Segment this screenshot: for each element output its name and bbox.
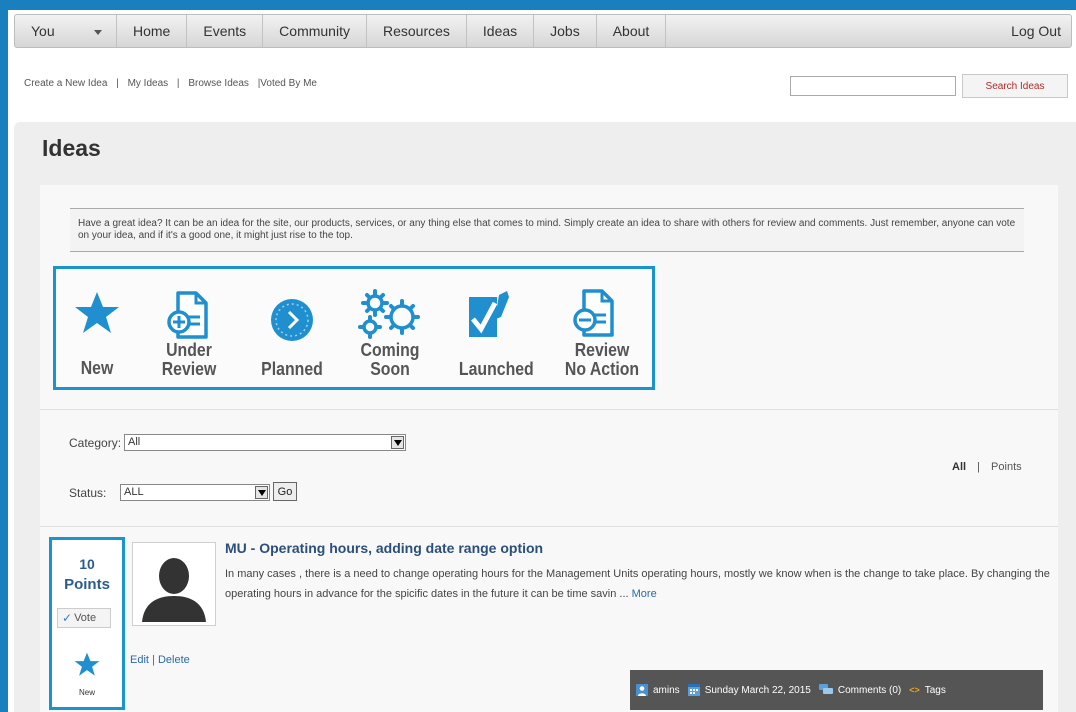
calendar-icon xyxy=(687,684,700,696)
comments-link[interactable]: Comments (0) xyxy=(838,685,901,696)
status-select[interactable]: ALL xyxy=(120,484,270,501)
nav-item-label: Resources xyxy=(382,23,450,39)
top-strip xyxy=(8,0,1076,10)
subnav-separator: | xyxy=(176,78,180,89)
page-title: Ideas xyxy=(42,135,101,161)
points-value: 10 xyxy=(79,556,95,572)
star-icon xyxy=(74,652,100,676)
idea-meta-bar: amins Sunday March 22, 2015 Comments (0)… xyxy=(630,670,1043,710)
document-add-icon xyxy=(167,291,208,339)
tag-icon: <> xyxy=(909,685,920,695)
nav-item-jobs[interactable]: Jobs xyxy=(534,15,597,47)
document-remove-icon xyxy=(573,289,614,337)
author-info: amins xyxy=(636,684,680,696)
nav-item-resources[interactable]: Resources xyxy=(367,15,467,47)
voted-by-me-link[interactable]: |Voted By Me xyxy=(258,78,317,89)
idea-description: In many cases , there is a need to chang… xyxy=(225,564,1055,604)
checkmark-document-icon xyxy=(469,291,509,337)
nav-item-label: You xyxy=(31,23,55,39)
status-under-review-label-line1: Under xyxy=(166,340,212,360)
date-info: Sunday March 22, 2015 xyxy=(687,684,811,696)
vote-panel: 10 Points ✓ Vote New xyxy=(49,537,125,710)
idea-title-link[interactable]: MU - Operating hours, adding date range … xyxy=(225,540,543,556)
nav-item-label: About xyxy=(612,23,650,39)
status-new-label: New xyxy=(80,358,114,378)
vote-button[interactable]: ✓ Vote xyxy=(57,608,111,628)
vote-label: Vote xyxy=(74,612,97,624)
create-idea-link[interactable]: Create a New Idea xyxy=(24,78,107,89)
edit-delete-links: Edit | Delete xyxy=(130,654,190,666)
comments-info: Comments (0) xyxy=(818,684,901,696)
nav-item-label: Ideas xyxy=(482,23,518,39)
page: You Home Events Community Resources Idea… xyxy=(8,0,1076,712)
more-link[interactable]: More xyxy=(632,588,657,600)
nav-item-events[interactable]: Events xyxy=(187,15,264,47)
edit-separator: | xyxy=(152,654,155,666)
ideas-subnav: Create a New Idea | My Ideas | Browse Id… xyxy=(24,78,317,89)
gears-icon xyxy=(358,289,420,339)
main-nav: You Home Events Community Resources Idea… xyxy=(14,14,1072,48)
my-ideas-link[interactable]: My Ideas xyxy=(128,78,169,89)
post-date: Sunday March 22, 2015 xyxy=(704,684,811,696)
status-coming-soon-label-line2: Soon xyxy=(370,359,410,379)
status-launched-label: Launched xyxy=(458,359,534,379)
section-divider xyxy=(40,526,1058,527)
status-planned-label: Planned xyxy=(261,359,323,379)
clock-icon xyxy=(271,299,313,341)
comments-icon xyxy=(818,684,833,694)
user-silhouette-icon xyxy=(136,546,212,622)
nav-item-you[interactable]: You xyxy=(15,15,117,47)
sort-separator: | xyxy=(977,461,980,473)
star-icon xyxy=(75,292,119,333)
nav-item-home[interactable]: Home xyxy=(117,15,188,47)
status-review-no-action-label-line2: No Action xyxy=(564,359,640,379)
nav-item-about[interactable]: About xyxy=(597,15,667,47)
nav-item-ideas[interactable]: Ideas xyxy=(467,15,535,47)
sort-points-link[interactable]: Points xyxy=(991,461,1022,473)
chevron-down-icon xyxy=(94,30,102,35)
checkmark-icon: ✓ xyxy=(62,611,73,625)
subnav-separator: | xyxy=(116,78,119,89)
section-divider xyxy=(40,409,1058,410)
category-select-value: All xyxy=(128,436,141,448)
points-label: Points xyxy=(64,576,110,593)
nav-item-label: Jobs xyxy=(550,23,580,39)
chevron-down-icon xyxy=(255,486,268,499)
go-button[interactable]: Go xyxy=(273,482,297,501)
status-review-no-action-label-line1: Review xyxy=(574,340,630,360)
browse-ideas-link[interactable]: Browse Ideas xyxy=(188,78,249,89)
sort-options: All | Points xyxy=(952,461,1022,473)
intro-text: Have a great idea? It can be an idea for… xyxy=(70,208,1024,252)
category-label: Category: xyxy=(69,436,122,450)
nav-item-label: Events xyxy=(203,23,247,39)
status-under-review-label-line2: Review xyxy=(161,359,217,379)
idea-status-label: New xyxy=(78,688,95,697)
tags-link[interactable]: Tags xyxy=(925,685,946,696)
tags-info: <> Tags xyxy=(909,685,946,696)
sort-all-link[interactable]: All xyxy=(952,461,966,473)
logout-label: Log Out xyxy=(1011,23,1061,39)
search-ideas-button[interactable]: Search Ideas xyxy=(962,74,1068,98)
nav-item-community[interactable]: Community xyxy=(263,15,367,47)
search-input[interactable] xyxy=(790,76,956,96)
edit-link[interactable]: Edit xyxy=(130,654,149,666)
chevron-down-icon xyxy=(391,436,404,449)
category-select[interactable]: All xyxy=(124,434,406,451)
nav-item-label: Community xyxy=(279,23,350,39)
author-link[interactable]: amins xyxy=(653,685,680,696)
status-legend: New Under Review Planned Coming Soon Lau… xyxy=(53,266,655,390)
nav-item-label: Home xyxy=(133,23,171,39)
avatar xyxy=(132,542,216,626)
status-label: Status: xyxy=(69,486,107,500)
delete-link[interactable]: Delete xyxy=(158,654,190,666)
user-icon xyxy=(636,684,648,696)
logout-link[interactable]: Log Out xyxy=(995,15,1071,47)
status-select-value: ALL xyxy=(124,486,144,498)
status-coming-soon-label-line1: Coming xyxy=(360,340,420,360)
